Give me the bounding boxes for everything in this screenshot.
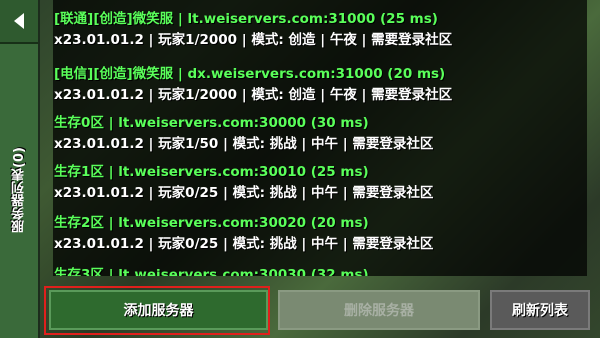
server-name: [电信][创造]微笑服 | dx.weiservers.com:31000 (2… bbox=[54, 66, 446, 82]
refresh-list-button[interactable]: 刷新列表 bbox=[490, 290, 590, 330]
server-item[interactable]: 生存1区 | lt.weiservers.com:30010 (25 ms) x… bbox=[53, 161, 587, 204]
server-info: x23.01.01.2 | 玩家0/25 | 模式: 挑战 | 中午 | 需要登… bbox=[54, 185, 434, 201]
server-item[interactable]: 生存0区 | lt.weiservers.com:30000 (30 ms) x… bbox=[53, 112, 587, 155]
server-name: 生存0区 | lt.weiservers.com:30000 (30 ms) bbox=[54, 115, 369, 131]
server-info: x23.01.01.2 | 玩家1/2000 | 模式: 创造 | 午夜 | 需… bbox=[54, 87, 453, 103]
server-info: x23.01.01.2 | 玩家0/25 | 模式: 挑战 | 中午 | 需要登… bbox=[54, 236, 434, 252]
back-button[interactable] bbox=[0, 0, 38, 44]
chevron-left-icon bbox=[14, 13, 24, 29]
add-server-button[interactable]: 添加服务器 bbox=[49, 290, 268, 330]
server-list-title: 服务器列表(0) bbox=[4, 130, 34, 250]
server-name: 生存2区 | lt.weiservers.com:30020 (20 ms) bbox=[54, 215, 369, 231]
delete-server-button[interactable]: 删除服务器 bbox=[278, 290, 480, 330]
server-item[interactable]: 生存2区 | lt.weiservers.com:30020 (20 ms) x… bbox=[53, 212, 587, 255]
server-info: x23.01.01.2 | 玩家1/2000 | 模式: 创造 | 午夜 | 需… bbox=[54, 32, 453, 48]
server-item[interactable]: 生存3区 | lt.weiservers.com:30030 (32 ms) bbox=[53, 264, 587, 276]
server-list-title-text: 服务器列表(0) bbox=[11, 147, 27, 233]
server-item[interactable]: [电信][创造]微笑服 | dx.weiservers.com:31000 (2… bbox=[53, 63, 587, 106]
sidebar: 服务器列表(0) bbox=[0, 0, 40, 338]
server-name: 生存1区 | lt.weiservers.com:30010 (25 ms) bbox=[54, 164, 369, 180]
server-name: 生存3区 | lt.weiservers.com:30030 (32 ms) bbox=[54, 267, 369, 276]
server-item[interactable]: [联通][创造]微笑服 | lt.weiservers.com:31000 (2… bbox=[53, 8, 587, 51]
server-name: [联通][创造]微笑服 | lt.weiservers.com:31000 (2… bbox=[54, 11, 438, 27]
server-info: x23.01.01.2 | 玩家1/50 | 模式: 挑战 | 中午 | 需要登… bbox=[54, 136, 434, 152]
server-list[interactable]: [联通][创造]微笑服 | lt.weiservers.com:31000 (2… bbox=[53, 0, 587, 276]
